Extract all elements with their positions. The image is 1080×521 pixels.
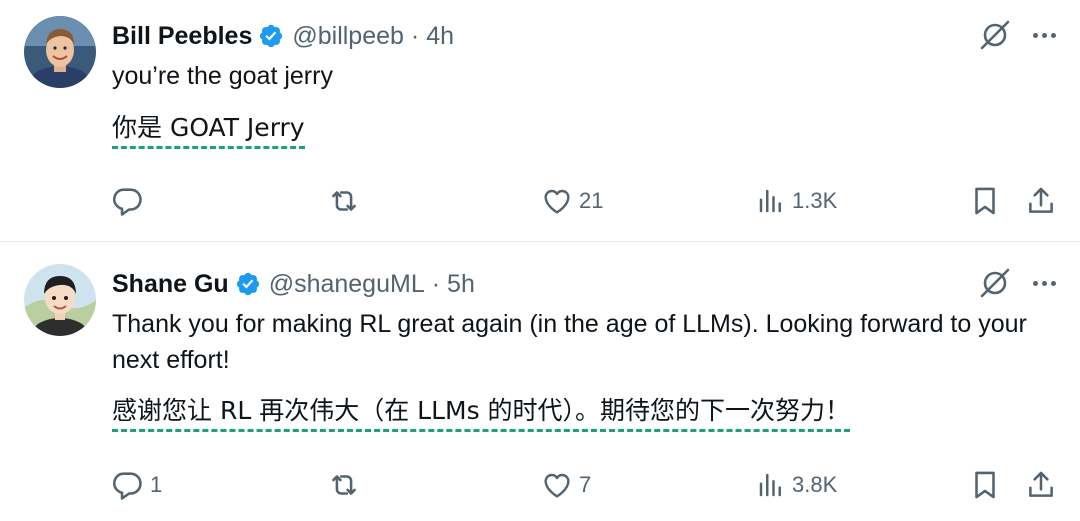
like-button[interactable]: 21 — [541, 181, 603, 221]
reply-button[interactable]: 1 — [110, 465, 162, 505]
bookmark-button[interactable] — [968, 465, 1002, 505]
tweet-header: Shane Gu @shaneguML · 5h — [112, 266, 475, 302]
retweet-button[interactable] — [327, 465, 367, 505]
share-icon — [1029, 471, 1053, 497]
tweet-text: Thank you for making RL great again (in … — [112, 310, 1027, 374]
share-button[interactable] — [1024, 181, 1058, 221]
action-bar: 1 7 3.8K — [0, 465, 1080, 505]
handle[interactable]: @shaneguML — [269, 270, 425, 299]
separator: · — [410, 21, 420, 50]
grok-icon[interactable] — [978, 266, 1012, 300]
share-icon — [1029, 187, 1053, 213]
like-count: 21 — [579, 188, 604, 213]
views-button[interactable]: 1.3K — [756, 181, 837, 221]
views-icon — [759, 189, 781, 213]
views-button[interactable]: 3.8K — [756, 465, 837, 505]
reply-button[interactable] — [110, 181, 150, 221]
share-button[interactable] — [1024, 465, 1058, 505]
avatar[interactable] — [24, 264, 96, 336]
view-count: 3.8K — [792, 472, 838, 497]
grok-icon[interactable] — [978, 18, 1012, 52]
tweet-header: Bill Peebles @billpeeb · 4h — [112, 18, 454, 54]
bookmark-button[interactable] — [968, 181, 1002, 221]
like-icon — [544, 189, 570, 214]
translated-text[interactable]: 感谢您让 RL 再次伟大（在 LLMs 的时代）。期待您的下一次努力！ — [112, 393, 851, 432]
reply-count: 1 — [150, 472, 163, 497]
translated-text[interactable]: 你是 GOAT Jerry — [112, 110, 305, 149]
views-icon — [759, 473, 781, 497]
like-count: 7 — [579, 472, 592, 497]
separator: · — [431, 269, 441, 298]
top-right-icons — [978, 18, 1058, 52]
handle[interactable]: @billpeeb — [292, 22, 404, 51]
view-count: 1.3K — [792, 188, 838, 213]
more-icon[interactable] — [1030, 21, 1058, 49]
like-icon — [544, 473, 570, 498]
timestamp[interactable]: 4h — [426, 22, 454, 51]
retweet-icon — [332, 475, 356, 495]
retweet-icon — [332, 191, 356, 211]
timestamp[interactable]: 5h — [447, 270, 475, 299]
more-icon[interactable] — [1030, 269, 1058, 297]
bookmark-icon — [975, 187, 995, 215]
retweet-button[interactable] — [327, 181, 367, 221]
avatar[interactable] — [24, 16, 96, 88]
verified-badge-icon — [258, 23, 284, 49]
display-name[interactable]: Bill Peebles — [112, 22, 252, 51]
reply-icon — [112, 472, 142, 500]
reply-icon — [112, 188, 142, 216]
verified-badge-icon — [235, 271, 261, 297]
tweet-text: you’re the goat jerry — [112, 62, 333, 90]
like-button[interactable]: 7 — [541, 465, 591, 505]
display-name[interactable]: Shane Gu — [112, 270, 229, 299]
tweet[interactable]: Shane Gu @shaneguML · 5h Thank you for m… — [0, 242, 1080, 521]
action-bar: 21 1.3K — [0, 181, 1080, 221]
bookmark-icon — [975, 471, 995, 499]
tweet[interactable]: Bill Peebles @billpeeb · 4h you’re the g… — [0, 0, 1080, 242]
top-right-icons — [978, 266, 1058, 300]
